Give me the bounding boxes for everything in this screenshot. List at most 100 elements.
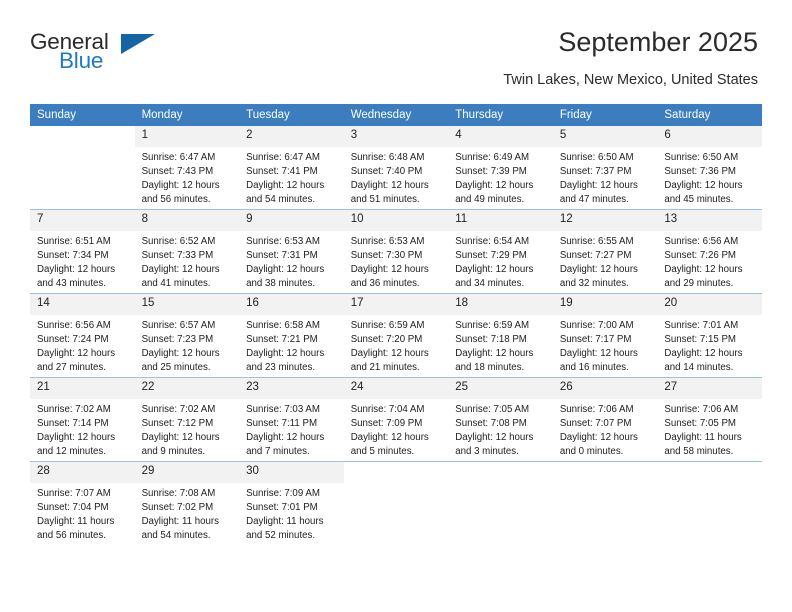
day-cell-20[interactable]: 20 Sunrise: 7:01 AM Sunset: 7:15 PM Dayligh… xyxy=(657,293,762,378)
day-details: Sunrise: 7:02 AM Sunset: 7:14 PM Daylight:… xyxy=(30,399,135,459)
daylight-text-line1: Daylight: 12 hours xyxy=(37,348,116,360)
daylight-text-line1: Daylight: 12 hours xyxy=(350,180,429,192)
day-number: 18 xyxy=(448,294,553,315)
day-cell-11[interactable]: 11 Sunrise: 6:54 AM Sunset: 7:29 PM Dayligh… xyxy=(448,209,553,294)
day-cell-inner: 29 Sunrise: 7:08 AM Sunset: 7:02 PM Dayligh… xyxy=(134,462,240,545)
daylight-text-line2: and 21 minutes. xyxy=(350,362,420,374)
sunrise-text: Sunrise: 7:01 AM xyxy=(664,320,739,331)
day-cell-13[interactable]: 13 Sunrise: 6:56 AM Sunset: 7:26 PM Dayligh… xyxy=(657,209,762,294)
day-cell-inner: 8 Sunrise: 6:52 AM Sunset: 7:33 PM Daylight… xyxy=(134,210,240,293)
sunrise-text: Sunrise: 6:50 AM xyxy=(664,152,739,163)
sunrise-text: Sunrise: 7:09 AM xyxy=(246,488,320,499)
day-cell-17[interactable]: 17 Sunrise: 6:59 AM Sunset: 7:20 PM Dayligh… xyxy=(343,293,449,378)
day-cell-8[interactable]: 8 Sunrise: 6:52 AM Sunset: 7:33 PM Daylight… xyxy=(134,209,240,294)
sunrise-text: Sunrise: 7:06 AM xyxy=(664,404,739,415)
day-number: 15 xyxy=(134,294,240,315)
sunset-text: Sunset: 7:24 PM xyxy=(37,334,109,346)
weekday-header-sunday: Sunday xyxy=(30,104,135,126)
day-cell-inner: 27 Sunrise: 7:06 AM Sunset: 7:05 PM Dayligh… xyxy=(657,378,762,461)
daylight-text-line2: and 36 minutes. xyxy=(350,278,420,290)
day-cell-29[interactable]: 29 Sunrise: 7:08 AM Sunset: 7:02 PM Dayligh… xyxy=(134,461,240,545)
day-number: 14 xyxy=(30,294,135,315)
sunset-text: Sunset: 7:41 PM xyxy=(246,166,318,178)
day-cell-12[interactable]: 12 Sunrise: 6:55 AM Sunset: 7:27 PM Dayligh… xyxy=(552,209,658,294)
day-cell-9[interactable]: 9 Sunrise: 6:53 AM Sunset: 7:31 PM Daylight… xyxy=(239,209,344,294)
day-cell-4[interactable]: 4 Sunrise: 6:49 AM Sunset: 7:39 PM Daylight… xyxy=(448,126,553,210)
day-cell-16[interactable]: 16 Sunrise: 6:58 AM Sunset: 7:21 PM Dayligh… xyxy=(239,293,344,378)
page-title: September 2025 xyxy=(558,27,758,57)
general-blue-logo[interactable]: General Blue xyxy=(30,28,160,76)
day-details: Sunrise: 6:48 AM Sunset: 7:40 PM Daylight:… xyxy=(344,147,449,207)
day-cell-inner: 23 Sunrise: 7:03 AM Sunset: 7:11 PM Dayligh… xyxy=(239,378,344,461)
day-cell-26[interactable]: 26 Sunrise: 7:06 AM Sunset: 7:07 PM Dayligh… xyxy=(552,377,658,462)
daylight-text-line1: Daylight: 12 hours xyxy=(664,264,743,276)
daylight-text-line1: Daylight: 12 hours xyxy=(141,180,220,192)
weekday-header-thursday: Thursday xyxy=(448,104,553,126)
day-number: 24 xyxy=(343,378,449,399)
sunset-text: Sunset: 7:30 PM xyxy=(350,250,423,262)
day-cell-inner: 7 Sunrise: 6:51 AM Sunset: 7:34 PM Daylight… xyxy=(30,210,135,293)
day-cell-18[interactable]: 18 Sunrise: 6:59 AM Sunset: 7:18 PM Dayligh… xyxy=(448,293,553,378)
day-number: 26 xyxy=(552,378,658,399)
day-number: 1 xyxy=(134,126,240,147)
day-number: 21 xyxy=(30,378,135,399)
daylight-text-line1: Daylight: 12 hours xyxy=(141,264,220,276)
day-cell-inner: 12 Sunrise: 6:55 AM Sunset: 7:27 PM Dayligh… xyxy=(552,210,658,293)
daylight-text-line1: Daylight: 11 hours xyxy=(141,516,219,528)
day-cell-inner xyxy=(343,462,449,545)
day-cell-empty xyxy=(552,461,658,545)
day-cell-2[interactable]: 2 Sunrise: 6:47 AM Sunset: 7:41 PM Daylight… xyxy=(239,126,344,210)
sunset-text: Sunset: 7:17 PM xyxy=(559,334,632,346)
day-details: Sunrise: 6:47 AM Sunset: 7:43 PM Daylight:… xyxy=(135,147,240,207)
daylight-text-line1: Daylight: 12 hours xyxy=(455,180,534,192)
daylight-text-line1: Daylight: 11 hours xyxy=(246,516,324,528)
day-cell-27[interactable]: 27 Sunrise: 7:06 AM Sunset: 7:05 PM Dayligh… xyxy=(657,377,762,462)
day-cell-15[interactable]: 15 Sunrise: 6:57 AM Sunset: 7:23 PM Dayligh… xyxy=(134,293,240,378)
day-cell-5[interactable]: 5 Sunrise: 6:50 AM Sunset: 7:37 PM Daylight… xyxy=(552,126,658,210)
day-cell-7[interactable]: 7 Sunrise: 6:51 AM Sunset: 7:34 PM Daylight… xyxy=(30,209,135,294)
daylight-text-line1: Daylight: 12 hours xyxy=(246,348,325,360)
daylight-text-line1: Daylight: 12 hours xyxy=(246,180,325,192)
day-cell-10[interactable]: 10 Sunrise: 6:53 AM Sunset: 7:30 PM Dayligh… xyxy=(343,209,449,294)
day-cell-inner: 15 Sunrise: 6:57 AM Sunset: 7:23 PM Dayligh… xyxy=(134,294,240,377)
day-cell-19[interactable]: 19 Sunrise: 7:00 AM Sunset: 7:17 PM Dayligh… xyxy=(552,293,658,378)
calendar-header-row: Sunday Monday Tuesday Wednesday Thursday Frid… xyxy=(30,104,762,126)
day-cell-22[interactable]: 22 Sunrise: 7:02 AM Sunset: 7:12 PM Dayligh… xyxy=(134,377,240,462)
day-cell-inner: 3 Sunrise: 6:48 AM Sunset: 7:40 PM Daylight… xyxy=(343,126,449,209)
daylight-text-line1: Daylight: 12 hours xyxy=(455,264,534,276)
day-number: 13 xyxy=(657,210,762,231)
sunrise-text: Sunrise: 6:47 AM xyxy=(141,152,216,163)
daylight-text-line1: Daylight: 12 hours xyxy=(559,432,638,444)
day-cell-inner: 6 Sunrise: 6:50 AM Sunset: 7:36 PM Daylight… xyxy=(657,126,762,209)
day-cell-25[interactable]: 25 Sunrise: 7:05 AM Sunset: 7:08 PM Dayligh… xyxy=(448,377,553,462)
calendar-week-row: 21 Sunrise: 7:02 AM Sunset: 7:14 PM Dayligh… xyxy=(30,377,762,462)
day-cell-24[interactable]: 24 Sunrise: 7:04 AM Sunset: 7:09 PM Dayligh… xyxy=(343,377,449,462)
sunset-text: Sunset: 7:08 PM xyxy=(455,418,527,430)
weekday-header-wednesday: Wednesday xyxy=(343,104,449,126)
day-cell-14[interactable]: 14 Sunrise: 6:56 AM Sunset: 7:24 PM Dayligh… xyxy=(30,293,135,378)
day-details: Sunrise: 7:04 AM Sunset: 7:09 PM Daylight:… xyxy=(344,399,449,459)
day-cell-23[interactable]: 23 Sunrise: 7:03 AM Sunset: 7:11 PM Dayligh… xyxy=(239,377,344,462)
day-cell-3[interactable]: 3 Sunrise: 6:48 AM Sunset: 7:40 PM Daylight… xyxy=(343,126,449,210)
daylight-text-line2: and 23 minutes. xyxy=(246,362,316,374)
day-number: 17 xyxy=(343,294,449,315)
day-details: Sunrise: 7:01 AM Sunset: 7:15 PM Daylight:… xyxy=(657,315,762,375)
day-details: Sunrise: 6:57 AM Sunset: 7:23 PM Daylight:… xyxy=(135,315,240,375)
day-cell-30[interactable]: 30 Sunrise: 7:09 AM Sunset: 7:01 PM Dayligh… xyxy=(239,461,344,545)
day-cell-21[interactable]: 21 Sunrise: 7:02 AM Sunset: 7:14 PM Dayligh… xyxy=(30,377,135,462)
sunrise-text: Sunrise: 7:00 AM xyxy=(559,320,634,331)
day-cell-28[interactable]: 28 Sunrise: 7:07 AM Sunset: 7:04 PM Dayligh… xyxy=(30,461,135,545)
sunset-text: Sunset: 7:18 PM xyxy=(455,334,527,346)
daylight-text-line1: Daylight: 11 hours xyxy=(664,432,742,444)
day-cell-inner: 30 Sunrise: 7:09 AM Sunset: 7:01 PM Dayligh… xyxy=(239,462,344,545)
daylight-text-line2: and 16 minutes. xyxy=(559,362,629,374)
day-number: 29 xyxy=(134,462,240,483)
day-cell-1[interactable]: 1 Sunrise: 6:47 AM Sunset: 7:43 PM Daylight… xyxy=(134,126,240,210)
day-cell-inner: 1 Sunrise: 6:47 AM Sunset: 7:43 PM Daylight… xyxy=(134,126,240,209)
daylight-text-line2: and 25 minutes. xyxy=(141,362,211,374)
daylight-text-line1: Daylight: 12 hours xyxy=(350,432,429,444)
day-cell-6[interactable]: 6 Sunrise: 6:50 AM Sunset: 7:36 PM Daylight… xyxy=(657,126,762,210)
sunset-text: Sunset: 7:34 PM xyxy=(37,250,109,262)
day-number xyxy=(448,462,553,483)
day-number: 16 xyxy=(239,294,344,315)
